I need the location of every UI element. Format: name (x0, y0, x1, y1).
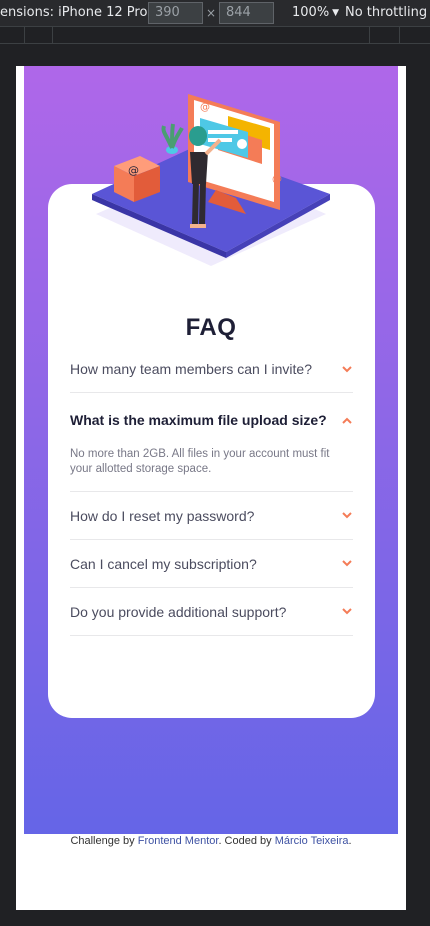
throttling-select[interactable]: No throttling▼ (345, 5, 430, 20)
faq-question-reset-password[interactable]: How do I reset my password? (70, 492, 353, 539)
chevron-down-icon (341, 558, 353, 570)
chevron-down-icon (341, 363, 353, 375)
svg-text:@: @ (272, 174, 282, 185)
woman-online-illustration: @ @ @ (92, 94, 330, 266)
attribution: Challenge by Frontend Mentor. Coded by M… (70, 835, 352, 847)
faq-question-text: What is the maximum file upload size? (70, 412, 327, 428)
faq-item: What is the maximum file upload size? No… (70, 393, 353, 492)
faq-question-cancel-subscription[interactable]: Can I cancel my subscription? (70, 540, 353, 587)
faq-item: How many team members can I invite? (70, 346, 353, 393)
faq-list: How many team members can I invite? What… (70, 346, 353, 636)
chevron-down-icon (341, 510, 353, 522)
times-icon: × (206, 6, 217, 20)
faq-question-additional-support[interactable]: Do you provide additional support? (70, 588, 353, 635)
svg-text:@: @ (200, 102, 210, 113)
svg-text:@: @ (128, 164, 139, 177)
faq-question-text: How do I reset my password? (70, 507, 255, 524)
device-viewport: @ @ @ FAQ How many team members can I in… (16, 66, 406, 910)
faq-item: Can I cancel my subscription? (70, 540, 353, 588)
device-select[interactable]: ensions: iPhone 12 Pro▼ (0, 5, 157, 20)
zoom-select[interactable]: 100% ▼ (292, 5, 339, 20)
frontend-mentor-link[interactable]: Frontend Mentor (138, 835, 219, 847)
faq-item: Do you provide additional support? (70, 588, 353, 636)
faq-question-text: Can I cancel my subscription? (70, 555, 257, 572)
caret-down-icon: ▼ (332, 8, 340, 18)
faq-question-upload-size[interactable]: What is the maximum file upload size? (70, 393, 353, 447)
faq-answer: No more than 2GB. All files in your acco… (70, 448, 330, 475)
author-link[interactable]: Márcio Teixeira (275, 835, 349, 847)
faq-question-team-members[interactable]: How many team members can I invite? (70, 346, 353, 392)
devtools-ruler (0, 26, 430, 44)
chevron-down-icon (341, 606, 353, 618)
faq-question-text: How many team members can I invite? (70, 361, 312, 377)
faq-item: How do I reset my password? (70, 492, 353, 540)
devtools-device-toolbar: ensions: iPhone 12 Pro▼ 390 × 844 100%▼ … (0, 0, 430, 26)
faq-title: FAQ (185, 314, 237, 341)
chevron-up-icon (341, 414, 353, 426)
viewport-height-input[interactable]: 844 (219, 2, 274, 24)
faq-question-text: Do you provide additional support? (70, 603, 287, 620)
viewport-width-input[interactable]: 390 (148, 2, 203, 24)
